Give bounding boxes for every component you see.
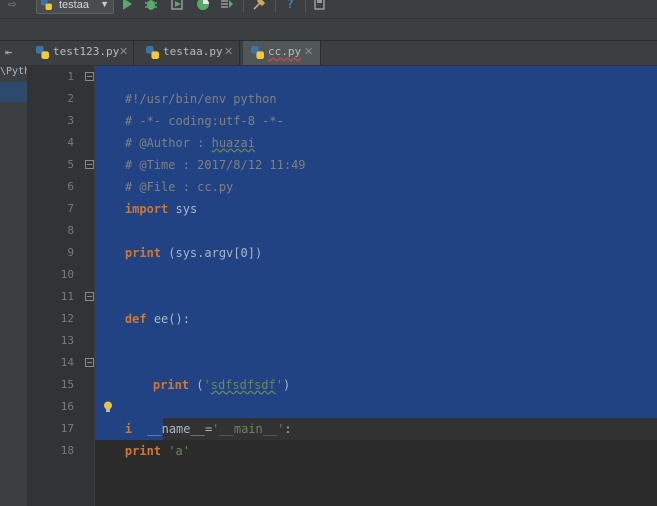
- code-line: # @Time : 2017/8/12 11:49: [96, 132, 306, 172]
- toolbar-separator: [305, 0, 306, 12]
- code-line: # @Author : huazai: [96, 110, 255, 150]
- string-token: 'a': [161, 444, 190, 458]
- punctuation-token: :: [284, 422, 292, 436]
- code-line: print (sys.argv[0]): [96, 220, 262, 260]
- keyword-token: import: [124, 202, 169, 216]
- lightbulb-icon[interactable]: [103, 401, 113, 413]
- code-line: #!/usr/bin/env python: [96, 66, 277, 106]
- fold-expand-icon[interactable]: [85, 358, 94, 367]
- sdk-icon[interactable]: [313, 0, 327, 11]
- identifier-token: (sys.argv[0]): [161, 246, 263, 260]
- string-token: sdfsdfsdf: [210, 378, 276, 392]
- fold-collapse-icon[interactable]: [85, 292, 94, 301]
- line-number: 16: [60, 400, 74, 413]
- python-file-icon: [36, 46, 49, 59]
- code-line: def ee():: [96, 286, 190, 326]
- line-number: 17: [60, 422, 74, 435]
- punctuation-token: ): [282, 378, 291, 392]
- concurrency-icon[interactable]: [220, 0, 234, 11]
- line-number: 14: [60, 356, 74, 369]
- tab-test123[interactable]: test123.py ✕: [28, 41, 134, 65]
- identifier-token: sys: [168, 202, 198, 216]
- line-number: 15: [60, 378, 74, 391]
- line-number: 2: [67, 92, 74, 105]
- tab-cc[interactable]: cc.py ✕: [243, 41, 321, 65]
- close-icon[interactable]: ✕: [119, 45, 128, 58]
- tab-label: cc.py: [268, 45, 302, 58]
- line-number: 11: [60, 290, 74, 303]
- toolbar-separator: [243, 0, 244, 12]
- code-line: print 'a': [96, 418, 190, 458]
- code-editor[interactable]: #!/usr/bin/env python # -*- coding:utf-8…: [95, 66, 657, 506]
- chevron-down-icon: ▼: [100, 0, 109, 9]
- code-line: # -*- coding:utf-8 -*-: [96, 88, 284, 128]
- fold-collapse-icon[interactable]: [85, 72, 94, 81]
- code-line: print ('sdfsdfsdf'): [124, 352, 290, 392]
- line-number: 4: [67, 136, 74, 149]
- punctuation-token: (: [189, 378, 204, 392]
- editor-tab-bar: ⇤ test123.py ✕ testaa.py ✕ cc.py ✕: [0, 41, 657, 66]
- line-number: 1: [67, 70, 74, 83]
- line-number: 13: [60, 334, 74, 347]
- keyword-token: print: [124, 246, 162, 260]
- run-icon[interactable]: [120, 0, 134, 11]
- keyword-token: def: [124, 312, 147, 326]
- line-number: 18: [60, 444, 74, 457]
- string-quote: ': [203, 378, 211, 392]
- python-file-icon: [41, 0, 52, 10]
- line-number: 6: [67, 180, 74, 193]
- debug-icon[interactable]: [144, 0, 158, 11]
- keyword-token: print: [152, 378, 190, 392]
- run-configuration-label: testaa: [59, 0, 89, 11]
- toolbar-separator: [275, 0, 276, 12]
- tab-label: test123.py: [53, 45, 120, 58]
- keyword-token: print: [124, 444, 162, 458]
- navigate-arrow-icon[interactable]: ⇨: [8, 0, 16, 12]
- code-line: i __name__='__main__':: [96, 396, 292, 436]
- project-selected-item[interactable]: [0, 82, 27, 102]
- project-tool-window: \Pyth: [0, 66, 28, 506]
- coverage-icon[interactable]: [170, 0, 184, 11]
- python-file-icon: [251, 46, 264, 59]
- settings-icon[interactable]: [252, 0, 266, 11]
- editor-gutter: 1 2 3 4 5 6 7 8 9 10 11 12 13 14 15 16 1…: [28, 66, 95, 506]
- main-toolbar: ⇨ testaa ▼ ?: [0, 0, 657, 19]
- line-number: 8: [67, 224, 74, 237]
- code-line: import sys: [96, 176, 197, 216]
- run-configuration-select[interactable]: testaa ▼: [36, 0, 114, 14]
- tab-testaa[interactable]: testaa.py ✕: [138, 41, 240, 65]
- navigation-bar: [0, 19, 657, 41]
- line-number: 12: [60, 312, 74, 325]
- tab-label: testaa.py: [163, 45, 223, 58]
- line-number: 7: [67, 202, 74, 215]
- line-number: 3: [67, 114, 74, 127]
- svg-text:?: ?: [287, 0, 293, 11]
- code-line: # @File : cc.py: [96, 154, 233, 194]
- string-token: '__main__': [212, 422, 285, 436]
- fold-expand-icon[interactable]: [85, 160, 94, 169]
- identifier-token: ee():: [146, 312, 190, 326]
- line-number: 9: [67, 246, 74, 259]
- project-path: \Pyth: [0, 66, 28, 77]
- close-icon[interactable]: ✕: [224, 45, 233, 58]
- help-icon[interactable]: ?: [284, 0, 298, 11]
- profile-icon[interactable]: [196, 0, 210, 11]
- python-file-icon: [146, 46, 159, 59]
- string-quote: ': [275, 378, 283, 392]
- line-number: 5: [67, 158, 74, 171]
- pin-tab-icon[interactable]: ⇤: [5, 45, 12, 59]
- line-number: 10: [60, 268, 74, 281]
- close-icon[interactable]: ✕: [304, 45, 313, 58]
